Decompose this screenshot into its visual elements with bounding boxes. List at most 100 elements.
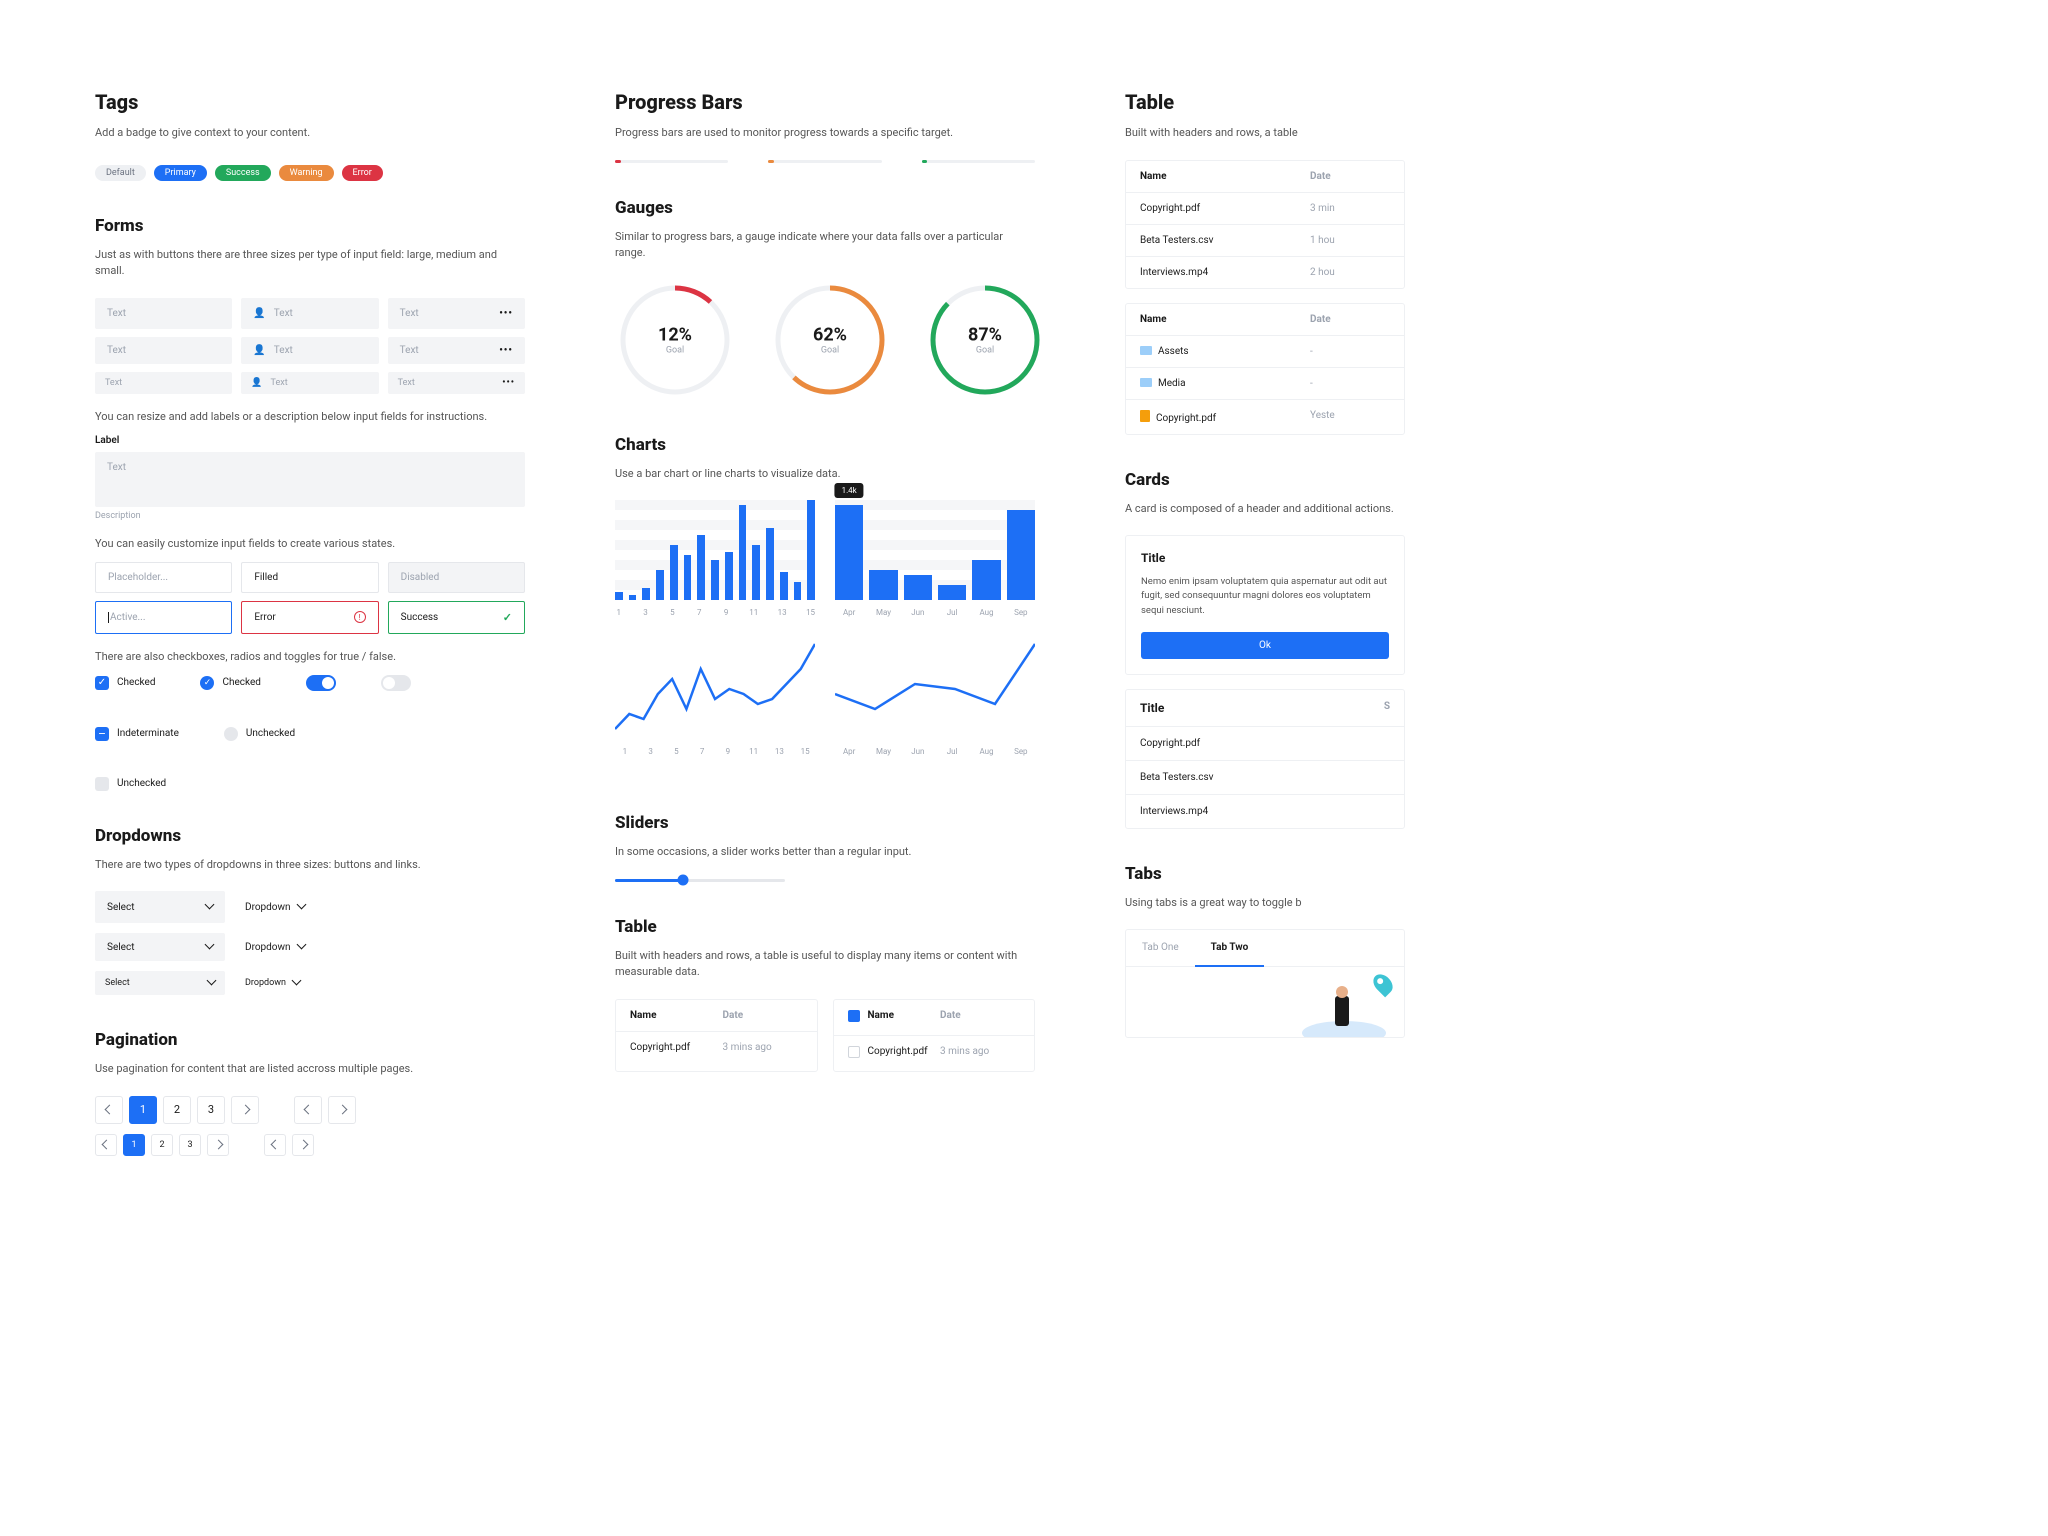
tag-error[interactable]: Error — [342, 165, 383, 181]
tab-one[interactable]: Tab One — [1126, 930, 1195, 966]
list-item[interactable]: Copyright.pdf — [1126, 727, 1404, 761]
textarea[interactable]: Text — [95, 452, 525, 507]
dropdown-link-sm[interactable]: Dropdown — [245, 977, 300, 989]
forms-help1: You can resize and add labels or a descr… — [95, 410, 525, 423]
folder-icon — [1140, 378, 1152, 387]
text-input-sm-more[interactable]: Text••• — [388, 372, 525, 394]
select-lg[interactable]: Select — [95, 891, 225, 923]
table-row[interactable]: Copyright.pdf3 mins ago — [616, 1032, 817, 1063]
gauges-title: Gauges — [615, 198, 1035, 218]
input-error[interactable]: Error! — [241, 601, 378, 634]
dropdowns-desc: There are two types of dropdowns in thre… — [95, 857, 525, 874]
more-icon[interactable]: ••• — [502, 378, 515, 388]
progress-bar-green — [922, 160, 1035, 163]
checkbox-unchecked[interactable] — [95, 777, 109, 791]
input-placeholder[interactable]: Placeholder... — [95, 562, 232, 593]
tab-two[interactable]: Tab Two — [1195, 930, 1265, 967]
charts-title: Charts — [615, 435, 1035, 455]
text-input-sm[interactable]: Text — [95, 372, 232, 394]
table-row[interactable]: Copyright.pdf3 mins ago — [834, 1036, 1035, 1071]
input-filled[interactable]: Filled — [241, 562, 378, 593]
tabs-title: Tabs — [1125, 864, 1405, 884]
text-input-lg[interactable]: Text — [95, 298, 232, 329]
checkbox-checked[interactable]: ✓ — [95, 676, 109, 690]
table-row[interactable]: Copyright.pdf3 min — [1126, 193, 1404, 225]
table-r-title: Table — [1125, 90, 1405, 114]
gauge-12: 12%Goal — [615, 280, 735, 400]
text-input-lg-icon[interactable]: 👤Text — [241, 298, 378, 329]
radio-checked[interactable] — [200, 676, 214, 690]
text-input-lg-more[interactable]: Text••• — [388, 298, 525, 329]
bar-chart-1: 13579111315 — [615, 500, 815, 617]
dropdown-link[interactable]: Dropdown — [245, 901, 305, 913]
text-input-sm-icon[interactable]: 👤Text — [241, 372, 378, 394]
textarea-caption: Description — [95, 511, 525, 521]
input-success[interactable]: Success — [388, 601, 525, 634]
error-icon: ! — [354, 611, 366, 623]
radio-unchecked[interactable] — [224, 727, 238, 741]
page-3[interactable]: 3 — [179, 1134, 201, 1156]
table-assets: NameDate Assets- Media- Copyright.pdfYes… — [1125, 303, 1405, 435]
select-sm[interactable]: Select — [95, 971, 225, 995]
page-next[interactable] — [207, 1134, 229, 1156]
tag-primary[interactable]: Primary — [154, 165, 207, 181]
page-1[interactable]: 1 — [129, 1096, 157, 1124]
checkbox-row[interactable] — [848, 1046, 860, 1058]
pagination-desc: Use pagination for content that are list… — [95, 1061, 525, 1078]
card-body: Nemo enim ipsam voluptatem quia aspernat… — [1141, 575, 1389, 618]
text-input-md[interactable]: Text — [95, 337, 232, 364]
table-row[interactable]: Media- — [1126, 368, 1404, 400]
page-2[interactable]: 2 — [151, 1134, 173, 1156]
table-files: NameDate Copyright.pdf3 min Beta Testers… — [1125, 160, 1405, 289]
checkbox-indeterminate[interactable]: – — [95, 727, 109, 741]
tab-illustration — [1299, 978, 1389, 1037]
page-1[interactable]: 1 — [123, 1134, 145, 1156]
page-prev[interactable] — [294, 1096, 322, 1124]
slider[interactable] — [615, 879, 785, 882]
user-icon: 👤 — [253, 345, 265, 356]
page-prev[interactable] — [95, 1096, 123, 1124]
page-next[interactable] — [328, 1096, 356, 1124]
table-row[interactable]: Interviews.mp42 hou — [1126, 257, 1404, 288]
tabs-container: Tab One Tab Two — [1125, 929, 1405, 1038]
toggle-on[interactable] — [306, 675, 336, 691]
user-icon: 👤 — [253, 308, 265, 319]
page-3[interactable]: 3 — [197, 1096, 225, 1124]
card-list: TitleS Copyright.pdf Beta Testers.csv In… — [1125, 689, 1405, 829]
line-chart-1: 13579111315 — [615, 639, 815, 756]
page-prev[interactable] — [95, 1134, 117, 1156]
select-md[interactable]: Select — [95, 933, 225, 961]
table-r-desc: Built with headers and rows, a table — [1125, 125, 1405, 142]
list-item[interactable]: Beta Testers.csv — [1126, 761, 1404, 795]
success-icon — [503, 611, 512, 624]
text-input-md-icon[interactable]: 👤Text — [241, 337, 378, 364]
table-row[interactable]: Assets- — [1126, 336, 1404, 368]
table-row[interactable]: Copyright.pdfYeste — [1126, 400, 1404, 434]
page-prev[interactable] — [264, 1134, 286, 1156]
progress-bar-red — [615, 160, 728, 163]
tag-default[interactable]: Default — [95, 165, 146, 181]
chevron-down-icon — [294, 941, 305, 953]
text-input-md-more[interactable]: Text••• — [388, 337, 525, 364]
toggle-off[interactable] — [381, 675, 411, 691]
page-2[interactable]: 2 — [163, 1096, 191, 1124]
progress-bar-orange — [768, 160, 881, 163]
tag-warning[interactable]: Warning — [279, 165, 334, 181]
more-icon[interactable]: ••• — [499, 345, 513, 356]
input-active[interactable]: Active... — [95, 601, 232, 634]
card-text: Title Nemo enim ipsam voluptatem quia as… — [1125, 535, 1405, 675]
sliders-title: Sliders — [615, 813, 1035, 833]
table-row[interactable]: Beta Testers.csv1 hou — [1126, 225, 1404, 257]
chevron-down-icon — [204, 977, 215, 989]
list-item[interactable]: Interviews.mp4 — [1126, 795, 1404, 828]
user-icon: 👤 — [251, 378, 262, 388]
charts-desc: Use a bar chart or line charts to visual… — [615, 466, 1035, 483]
more-icon[interactable]: ••• — [499, 308, 513, 319]
checkbox-all[interactable] — [848, 1010, 860, 1022]
card-ok-button[interactable]: Ok — [1141, 632, 1389, 659]
page-next[interactable] — [292, 1134, 314, 1156]
tag-success[interactable]: Success — [215, 165, 271, 181]
dropdown-link-md[interactable]: Dropdown — [245, 941, 305, 953]
line-chart-2: AprMayJunJulAugSep — [835, 639, 1035, 756]
page-next[interactable] — [231, 1096, 259, 1124]
